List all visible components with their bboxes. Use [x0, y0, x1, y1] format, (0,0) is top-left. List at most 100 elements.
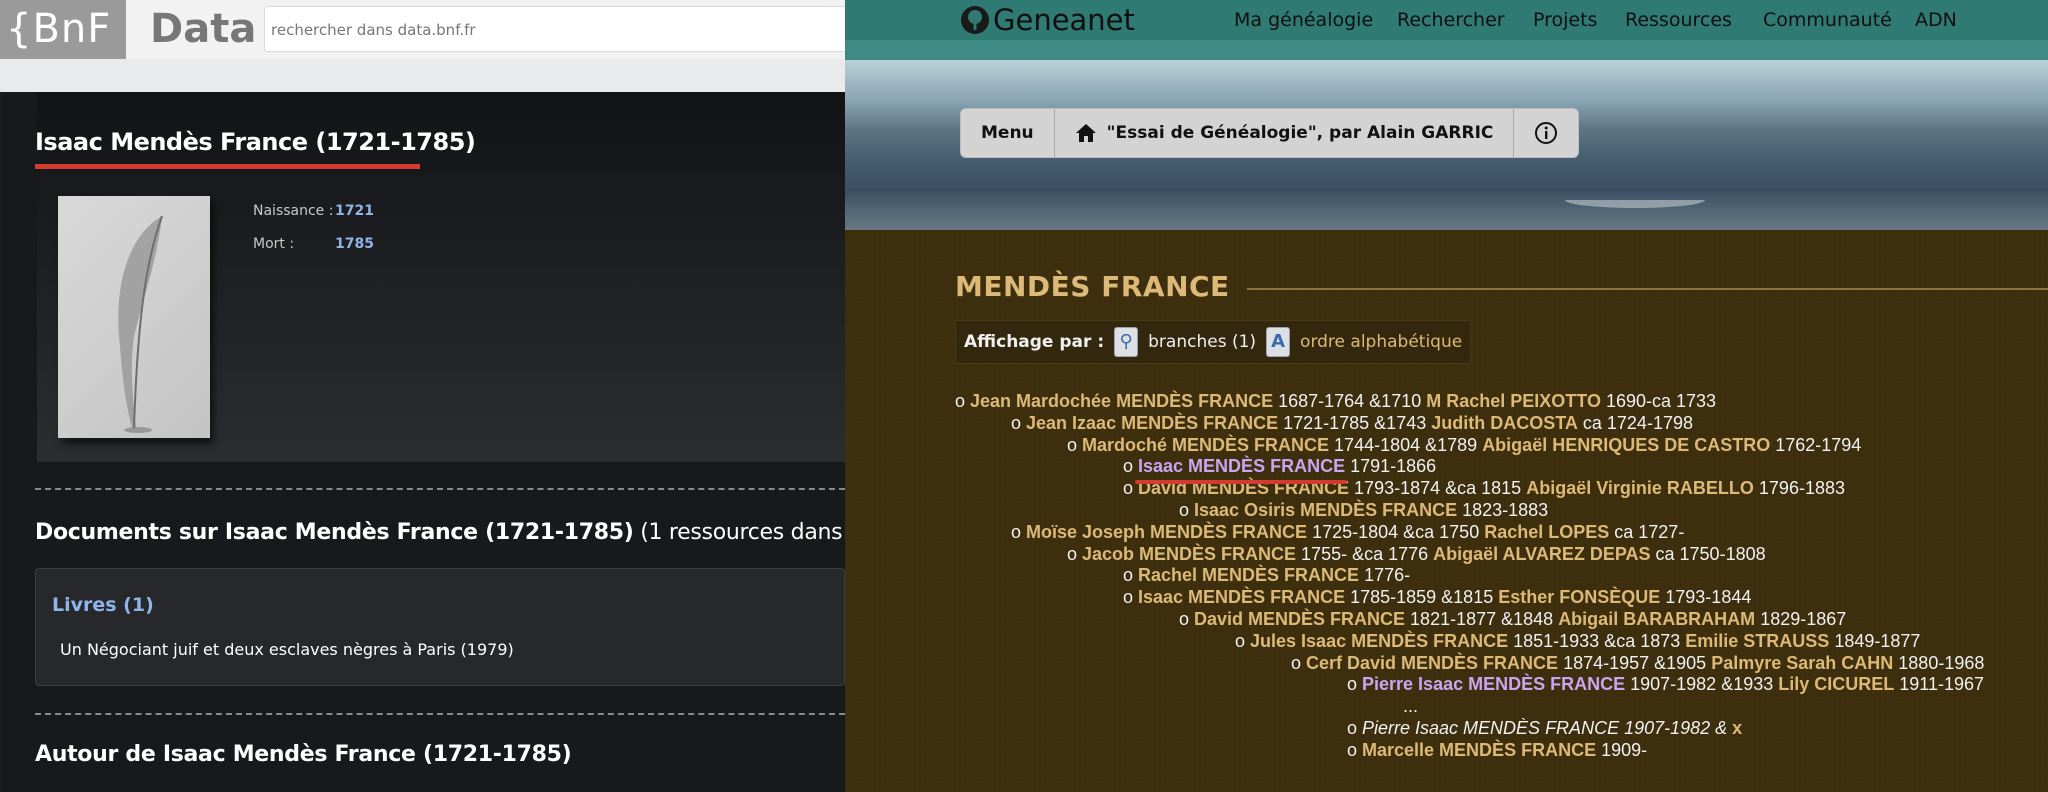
tree-row: o Mardoché MENDÈS FRANCE 1744-1804 &1789… — [1067, 434, 1861, 456]
person-link[interactable]: Moïse Joseph MENDÈS FRANCE — [1026, 522, 1307, 542]
geneanet-header: Geneanet Ma généalogie Rechercher Projet… — [845, 0, 2048, 40]
tree-row: o Isaac Osiris MENDÈS FRANCE 1823-1883 — [1179, 499, 1548, 521]
person-link[interactable]: Esther FONSÈQUE — [1498, 587, 1660, 607]
alphabetical-option[interactable]: ordre alphabétique — [1300, 332, 1462, 352]
death-label: Mort : — [253, 236, 295, 252]
bnf-header: {BnF Data rechercher dans data.bnf.fr — [0, 0, 845, 59]
branches-icon[interactable]: ⚲ — [1114, 327, 1139, 357]
tree-row: o David MENDÈS FRANCE 1821-1877 &1848 Ab… — [1179, 608, 1846, 630]
tree-text: 1874-1957 &1905 — [1558, 652, 1712, 673]
person-link[interactable]: Jules Isaac MENDÈS FRANCE — [1250, 631, 1508, 651]
person-link[interactable]: Rachel LOPES — [1484, 522, 1609, 542]
person-link[interactable]: Jacob MENDÈS FRANCE — [1082, 544, 1296, 564]
person-link[interactable]: x — [1732, 718, 1742, 738]
person-link[interactable]: M Rachel PEIXOTTO — [1426, 391, 1601, 411]
nav-ma-genealogie[interactable]: Ma généalogie — [1234, 0, 1373, 40]
nav-ressources[interactable]: Ressources — [1625, 0, 1732, 40]
title-underline — [35, 164, 420, 169]
person-link[interactable]: Isaac Osiris MENDÈS FRANCE — [1194, 500, 1457, 520]
tree-text: o — [955, 391, 971, 411]
tree-row: o Jules Isaac MENDÈS FRANCE 1851-1933 &c… — [1235, 630, 1920, 652]
person-link[interactable]: Marcelle MENDÈS FRANCE — [1362, 740, 1596, 760]
tree-text: 1796-1883 — [1753, 478, 1845, 499]
person-link[interactable]: Mardoché MENDÈS FRANCE — [1082, 435, 1329, 455]
page-title: Isaac Mendès France (1721-1785) — [35, 128, 476, 156]
nav-rechercher[interactable]: Rechercher — [1397, 0, 1505, 40]
livres-link[interactable]: Livres (1) — [52, 594, 154, 616]
person-link[interactable]: Jean Mardochée MENDÈS FRANCE — [970, 391, 1273, 411]
tree-row: o Isaac MENDÈS FRANCE 1791-1866 — [1123, 455, 1436, 477]
tree-row: o Cerf David MENDÈS FRANCE 1874-1957 &19… — [1291, 652, 1984, 674]
person-link[interactable]: Abigaël ALVAREZ DEPAS — [1433, 544, 1650, 564]
tree-text: 1776- — [1359, 565, 1411, 586]
menu-button[interactable]: Menu — [961, 109, 1055, 157]
tree-text: 1785-1859 &1815 — [1345, 587, 1499, 608]
person-link[interactable]: Rachel MENDÈS FRANCE — [1138, 565, 1359, 585]
bnf-logo[interactable]: {BnF — [0, 0, 126, 59]
branches-option[interactable]: branches (1) — [1148, 332, 1256, 352]
person-link[interactable]: Cerf David MENDÈS FRANCE — [1306, 653, 1558, 673]
nav-adn[interactable]: ADN — [1915, 0, 1957, 40]
death-value[interactable]: 1785 — [335, 236, 374, 252]
display-options: Affichage par : ⚲ branches (1) A ordre a… — [955, 320, 1472, 364]
person-link[interactable]: Isaac MENDÈS FRANCE — [1138, 587, 1345, 607]
tree-text: 1880-1968 — [1893, 652, 1985, 673]
person-link[interactable]: Jean Izaac MENDÈS FRANCE — [1026, 413, 1278, 433]
geneanet-page: Geneanet Ma généalogie Rechercher Projet… — [845, 0, 2048, 792]
tree-text: o — [1123, 565, 1139, 586]
tree-text: ca 1750-1808 — [1650, 543, 1766, 564]
tree-text: o — [1347, 718, 1363, 738]
alphabetical-icon[interactable]: A — [1266, 327, 1291, 357]
tree-home-button[interactable]: "Essai de Généalogie", par Alain GARRIC — [1055, 109, 1515, 157]
tree-row: o Pierre Isaac MENDÈS FRANCE 1907-1982 &… — [1347, 673, 1984, 695]
tree-text: 1793-1874 &ca 1815 — [1349, 478, 1527, 499]
tree-title: "Essai de Généalogie", par Alain GARRIC — [1106, 123, 1494, 143]
person-link[interactable]: Emilie STRAUSS — [1685, 631, 1829, 651]
tree-text: 1829-1867 — [1755, 609, 1847, 629]
home-icon — [1075, 124, 1096, 142]
banner-image: Menu "Essai de Généalogie", par Alain GA… — [845, 40, 2048, 270]
info-button[interactable] — [1514, 109, 1578, 157]
tree-text: 1687-1764 &1710 — [1273, 391, 1427, 411]
tree-text: ca 1724-1798 — [1577, 412, 1693, 433]
tree-text: o — [1011, 412, 1027, 433]
tree-text: o — [1123, 587, 1139, 608]
tree-row: o Moïse Joseph MENDÈS FRANCE 1725-1804 &… — [1011, 521, 1684, 543]
divider — [35, 713, 845, 715]
geneanet-logo[interactable]: Geneanet — [993, 0, 1135, 40]
data-label[interactable]: Data — [150, 0, 256, 59]
info-icon — [1535, 122, 1558, 144]
documents-count: (1 ressources dans data.bnf.fr) — [640, 520, 845, 545]
tree-text: 1909- — [1596, 739, 1648, 760]
divider — [35, 488, 845, 490]
documents-heading-title: Documents sur Isaac Mendès France (1721-… — [35, 520, 634, 545]
person-link[interactable]: Abigaël HENRIQUES DE CASTRO — [1482, 435, 1770, 455]
person-link[interactable]: Abigail BARABRAHAM — [1558, 609, 1755, 629]
person-link[interactable]: Abigaël Virginie RABELLO — [1526, 478, 1754, 498]
search-input[interactable]: rechercher dans data.bnf.fr — [264, 6, 845, 52]
birth-value[interactable]: 1721 — [335, 203, 374, 219]
person-link[interactable]: Palmyre Sarah CAHN — [1711, 653, 1893, 673]
tree-text: o — [1347, 739, 1363, 760]
nav-projets[interactable]: Projets — [1533, 0, 1597, 40]
person-link[interactable]: Judith DACOSTA — [1431, 413, 1578, 433]
tree-text: 1821-1877 &1848 — [1405, 609, 1559, 629]
tree-text: 1744-1804 &1789 — [1329, 434, 1483, 455]
menu-label: Menu — [981, 123, 1034, 143]
tree-text: o — [1067, 434, 1083, 455]
person-link[interactable]: Lily CICUREL — [1778, 674, 1894, 694]
book-link[interactable]: Un Négociant juif et deux esclaves nègre… — [60, 640, 514, 659]
tree-text: 1851-1933 &ca 1873 — [1508, 630, 1686, 651]
person-link[interactable]: Isaac MENDÈS FRANCE — [1138, 456, 1345, 476]
person-link[interactable]: David MENDÈS FRANCE — [1194, 609, 1405, 629]
tree-row: o Jacob MENDÈS FRANCE 1755- &ca 1776 Abi… — [1067, 543, 1766, 565]
documents-heading: Documents sur Isaac Mendès France (1721-… — [35, 520, 845, 545]
tree-text: 1911-1967 — [1894, 674, 1985, 695]
tree-text: 1721-1785 &1743 — [1278, 412, 1432, 433]
nav-communaute[interactable]: Communauté — [1763, 0, 1892, 40]
person-link[interactable]: Pierre Isaac MENDÈS FRANCE — [1362, 674, 1625, 694]
tree-row: o Jean Mardochée MENDÈS FRANCE 1687-1764… — [955, 390, 1716, 412]
surname-heading: MENDÈS FRANCE — [955, 270, 1230, 303]
tree-toolbar: Menu "Essai de Généalogie", par Alain GA… — [960, 108, 1580, 158]
tree-text: ... — [1403, 696, 1419, 717]
